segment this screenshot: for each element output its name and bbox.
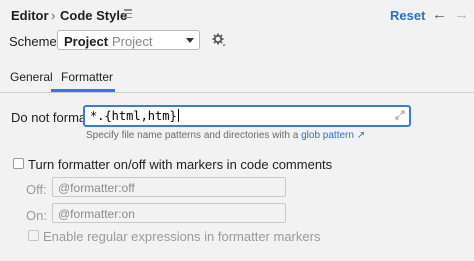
off-label: Off: (26, 182, 47, 197)
hint-text: Specify file name patterns and directori… (86, 130, 365, 141)
formatter-off-input[interactable]: @formatter:off (52, 177, 286, 197)
text-cursor (177, 109, 179, 122)
breadcrumb-editor[interactable]: Editor (11, 8, 49, 23)
chevron-down-icon (186, 38, 194, 43)
back-arrow-icon[interactable]: ← (432, 6, 447, 23)
header-bar: Editor › Code Style Reset ← → (0, 0, 474, 30)
glob-pattern-link[interactable]: glob pattern ↗ (301, 130, 365, 141)
do-not-format-input[interactable]: *.{html,htm} (83, 105, 411, 127)
forward-arrow-icon[interactable]: → (454, 6, 469, 23)
formatter-on-input[interactable]: @formatter:on (52, 203, 286, 223)
gear-icon[interactable] (212, 33, 226, 47)
tab-general[interactable]: General (10, 70, 53, 84)
on-label: On: (26, 208, 47, 223)
scheme-dropdown[interactable]: Project Project (57, 30, 200, 50)
expand-field-icon[interactable] (395, 110, 405, 120)
reset-button[interactable]: Reset (390, 8, 425, 23)
scheme-type: Project (112, 34, 153, 49)
breadcrumb-separator: › (51, 8, 56, 23)
tab-divider (0, 92, 474, 93)
hamburger-menu-icon[interactable] (124, 9, 132, 19)
scheme-label: Scheme: (9, 34, 61, 49)
formatter-markers-checkbox[interactable] (13, 158, 24, 169)
do-not-format-value: *.{html,htm} (90, 109, 177, 123)
do-not-format-label: Do not format: (11, 110, 94, 125)
tab-bar: General Formatter (0, 64, 474, 92)
scheme-name: Project (64, 34, 109, 49)
regex-markers-checkbox[interactable] (28, 230, 39, 241)
regex-markers-label[interactable]: Enable regular expressions in formatter … (43, 229, 320, 244)
formatter-markers-label[interactable]: Turn formatter on/off with markers in co… (28, 157, 332, 172)
tab-formatter[interactable]: Formatter (61, 70, 113, 84)
hint-description: Specify file name patterns and directori… (86, 130, 299, 141)
breadcrumb-code-style: Code Style (60, 8, 128, 23)
